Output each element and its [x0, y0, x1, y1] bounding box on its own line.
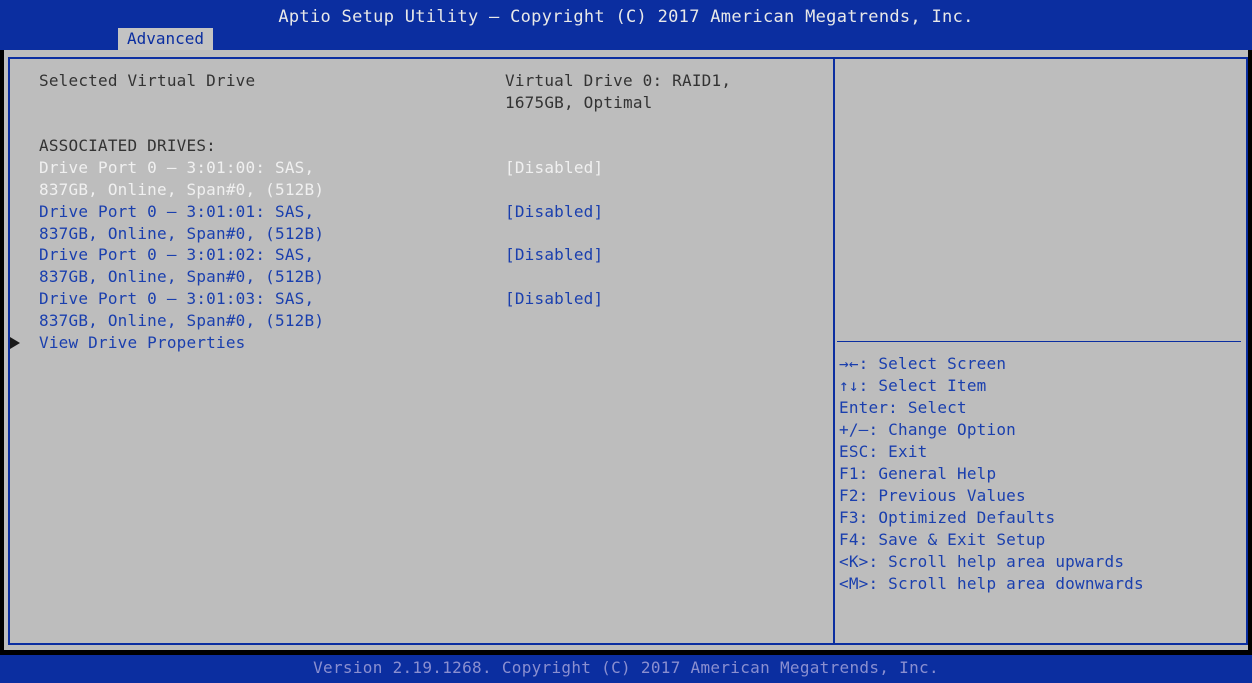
- help-f1: F1: General Help: [839, 464, 997, 483]
- selected-virtual-drive-label: Selected Virtual Drive: [39, 71, 256, 90]
- help-change-option: +/–: Change Option: [839, 420, 1016, 439]
- help-f3: F3: Optimized Defaults: [839, 508, 1056, 527]
- drive-label-line2[interactable]: 837GB, Online, Span#0, (512B): [39, 266, 324, 288]
- submenu-arrow-icon: [10, 337, 20, 349]
- drive-value[interactable]: [Disabled]: [505, 288, 603, 310]
- help-m: <M>: Scroll help area downwards: [839, 574, 1144, 593]
- help-divider: [837, 341, 1241, 342]
- help-select-item: ↑↓: Select Item: [839, 376, 987, 395]
- version-text: Version 2.19.1268. Copyright (C) 2017 Am…: [313, 658, 939, 677]
- drive-label-line1[interactable]: Drive Port 0 – 3:01:03: SAS,: [39, 288, 314, 310]
- help-f4: F4: Save & Exit Setup: [839, 530, 1046, 549]
- help-select-screen: →←: Select Screen: [839, 354, 1007, 373]
- help-k: <K>: Scroll help area upwards: [839, 552, 1125, 571]
- drive-label-line1[interactable]: Drive Port 0 – 3:01:01: SAS,: [39, 201, 314, 223]
- main-panel: Selected Virtual Drive Virtual Drive 0: …: [4, 50, 1248, 650]
- drive-value[interactable]: [Disabled]: [505, 157, 603, 179]
- drive-label-line1[interactable]: Drive Port 0 – 3:01:00: SAS,: [39, 157, 314, 179]
- view-drive-properties-label[interactable]: View Drive Properties: [39, 332, 246, 354]
- vertical-divider: [833, 57, 835, 645]
- header-bar: Aptio Setup Utility – Copyright (C) 2017…: [0, 0, 1252, 50]
- selected-virtual-drive-value-line2: 1675GB, Optimal: [505, 93, 653, 112]
- drive-label-line2[interactable]: 837GB, Online, Span#0, (512B): [39, 223, 324, 245]
- associated-drives-heading: ASSOCIATED DRIVES:: [39, 136, 216, 155]
- drive-value[interactable]: [Disabled]: [505, 201, 603, 223]
- tab-advanced[interactable]: Advanced: [118, 28, 214, 50]
- help-esc: ESC: Exit: [839, 442, 928, 461]
- drive-label-line2[interactable]: 837GB, Online, Span#0, (512B): [39, 179, 324, 201]
- selected-virtual-drive-value-line1: Virtual Drive 0: RAID1,: [505, 71, 732, 90]
- drive-value[interactable]: [Disabled]: [505, 244, 603, 266]
- drive-label-line2[interactable]: 837GB, Online, Span#0, (512B): [39, 310, 324, 332]
- drive-label-line1[interactable]: Drive Port 0 – 3:01:02: SAS,: [39, 244, 314, 266]
- footer-bar: Version 2.19.1268. Copyright (C) 2017 Am…: [0, 655, 1252, 683]
- help-f2: F2: Previous Values: [839, 486, 1026, 505]
- app-title: Aptio Setup Utility – Copyright (C) 2017…: [278, 7, 974, 27]
- help-enter: Enter: Select: [839, 398, 967, 417]
